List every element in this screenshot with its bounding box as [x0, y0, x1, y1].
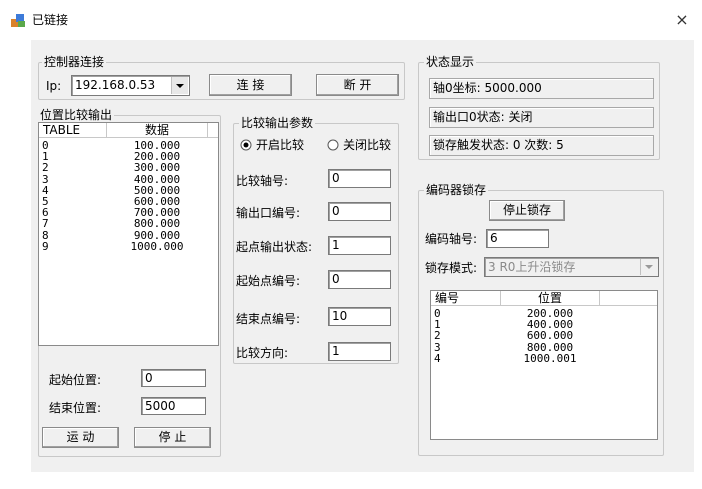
table-row[interactable]: 2 300.000: [39, 162, 218, 174]
column-header-table[interactable]: TABLE: [39, 123, 107, 137]
compare-axis-label: 比较轴号:: [236, 174, 289, 188]
disable-compare-radio[interactable]: 关闭比较: [327, 137, 399, 153]
output-port-label: 输出口编号:: [236, 206, 301, 220]
start-position-input[interactable]: 0: [141, 369, 206, 387]
start-point-label: 起始点编号:: [236, 274, 301, 288]
radio-unchecked-icon: [327, 139, 339, 151]
start-position-label: 起始位置:: [49, 373, 102, 387]
latch-table[interactable]: 编号 位置 0 200.000 1 400.000 2 600.000 3 800.000 4 1…: [430, 290, 658, 440]
table-row[interactable]: 4 500.000: [39, 184, 218, 197]
compare-direction-label: 比较方向:: [236, 346, 289, 360]
table-row[interactable]: 5 600.000: [39, 196, 218, 208]
table-row[interactable]: 7 800.000: [39, 218, 218, 230]
latch-mode-select[interactable]: 3 R0上升沿锁存: [484, 257, 659, 277]
start-output-state-label: 起点输出状态:: [236, 240, 313, 254]
compare-table[interactable]: TABLE 数据 0 100.000 1 200.000 2 300.000 3 400.00…: [38, 122, 219, 346]
table-row[interactable]: 4 1000.001: [431, 351, 657, 365]
encoder-axis-label: 编码轴号:: [425, 232, 478, 246]
connect-button[interactable]: 连 接: [209, 74, 292, 96]
latch-table-header: 编号 位置: [431, 291, 657, 306]
latch-trigger-display: 锁存触发状态: 0 次数: 5: [429, 135, 654, 156]
compare-axis-input[interactable]: 0: [328, 169, 391, 188]
close-icon[interactable]: ×: [672, 10, 692, 30]
ip-combobox[interactable]: 192.168.0.53: [71, 75, 190, 96]
disconnect-button[interactable]: 断 开: [316, 74, 399, 96]
compare-table-header: TABLE 数据: [39, 123, 218, 138]
app-icon: [11, 14, 25, 27]
axis0-coordinate-display: 轴0坐标: 5000.000: [429, 78, 654, 99]
table-row[interactable]: 3 400.000: [39, 173, 218, 186]
column-header-position[interactable]: 位置: [501, 291, 600, 305]
end-position-label: 结束位置:: [49, 401, 102, 415]
end-position-input[interactable]: 5000: [141, 397, 206, 415]
end-point-label: 结束点编号:: [236, 312, 301, 326]
window-title: 已链接: [32, 13, 69, 27]
encoder-axis-input[interactable]: 6: [486, 229, 549, 248]
radio-checked-icon: [240, 139, 252, 151]
run-button[interactable]: 运 动: [42, 427, 119, 448]
start-output-state-input[interactable]: 1: [328, 236, 391, 255]
status-legend: 状态显示: [424, 55, 477, 69]
chevron-down-icon[interactable]: [640, 259, 657, 275]
disable-compare-label: 关闭比较: [343, 138, 392, 152]
table-row[interactable]: 1 200.000: [39, 151, 218, 163]
table-row[interactable]: 0 100.000: [39, 140, 218, 152]
controller-connect-legend: 控制器连接: [42, 55, 107, 69]
ip-value: 192.168.0.53: [75, 78, 156, 92]
latch-mode-label: 锁存模式:: [425, 261, 478, 275]
compare-direction-input[interactable]: 1: [328, 342, 391, 361]
ip-label: Ip:: [46, 79, 62, 93]
position-compare-legend: 位置比较输出: [38, 108, 115, 122]
stop-latch-button[interactable]: 停止锁存: [489, 200, 565, 221]
table-row[interactable]: 9 1000.000: [39, 239, 218, 253]
table-row[interactable]: 8 900.000: [39, 229, 218, 242]
stop-button[interactable]: 停 止: [134, 427, 211, 448]
row-value: 1000.000: [130, 239, 184, 253]
output0-state-display: 输出口0状态: 关闭: [429, 107, 654, 128]
encoder-latch-legend: 编码器锁存: [424, 183, 489, 197]
start-point-input[interactable]: 0: [328, 270, 391, 289]
row-value: 1000.001: [523, 351, 577, 365]
table-row[interactable]: 6 700.000: [39, 207, 218, 219]
output-port-input[interactable]: 0: [328, 202, 391, 221]
end-point-input[interactable]: 10: [328, 307, 391, 326]
row-index: 9: [42, 239, 49, 253]
compare-params-legend: 比较输出参数: [239, 116, 316, 130]
row-index: 4: [434, 351, 441, 365]
title-bar: 已链接 ×: [0, 0, 702, 40]
column-header-data[interactable]: 数据: [107, 123, 208, 137]
enable-compare-label: 开启比较: [256, 138, 305, 152]
chevron-down-icon[interactable]: [171, 77, 188, 94]
column-header-index[interactable]: 编号: [431, 291, 501, 305]
latch-mode-value: 3 R0上升沿锁存: [488, 260, 576, 274]
enable-compare-radio[interactable]: 开启比较: [240, 137, 320, 153]
